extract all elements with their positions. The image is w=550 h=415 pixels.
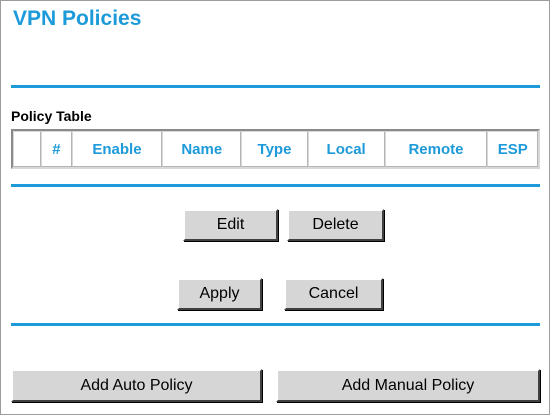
apply-button[interactable]: Apply: [177, 278, 262, 310]
delete-button[interactable]: Delete: [287, 209, 384, 241]
col-type: Type: [241, 131, 308, 167]
col-number: #: [41, 131, 72, 167]
col-name: Name: [162, 131, 242, 167]
col-enable: Enable: [71, 131, 163, 167]
add-auto-policy-button[interactable]: Add Auto Policy: [11, 369, 262, 402]
divider-bottom: [11, 323, 540, 326]
col-select: [13, 131, 42, 167]
vpn-policies-panel: VPN Policies Policy Table # Enable Name …: [0, 0, 550, 415]
policy-table-header-row: # Enable Name Type Local Remote ESP: [13, 131, 538, 167]
page-title: VPN Policies: [13, 7, 142, 30]
policy-table: # Enable Name Type Local Remote ESP: [11, 129, 540, 169]
col-local: Local: [307, 131, 385, 167]
divider-top: [11, 85, 540, 88]
col-remote: Remote: [384, 131, 488, 167]
policy-table-label: Policy Table: [11, 108, 92, 124]
col-esp: ESP: [487, 131, 538, 167]
add-manual-policy-button[interactable]: Add Manual Policy: [276, 369, 540, 402]
edit-button[interactable]: Edit: [183, 209, 278, 241]
cancel-button[interactable]: Cancel: [284, 278, 383, 310]
divider-middle: [11, 184, 540, 187]
